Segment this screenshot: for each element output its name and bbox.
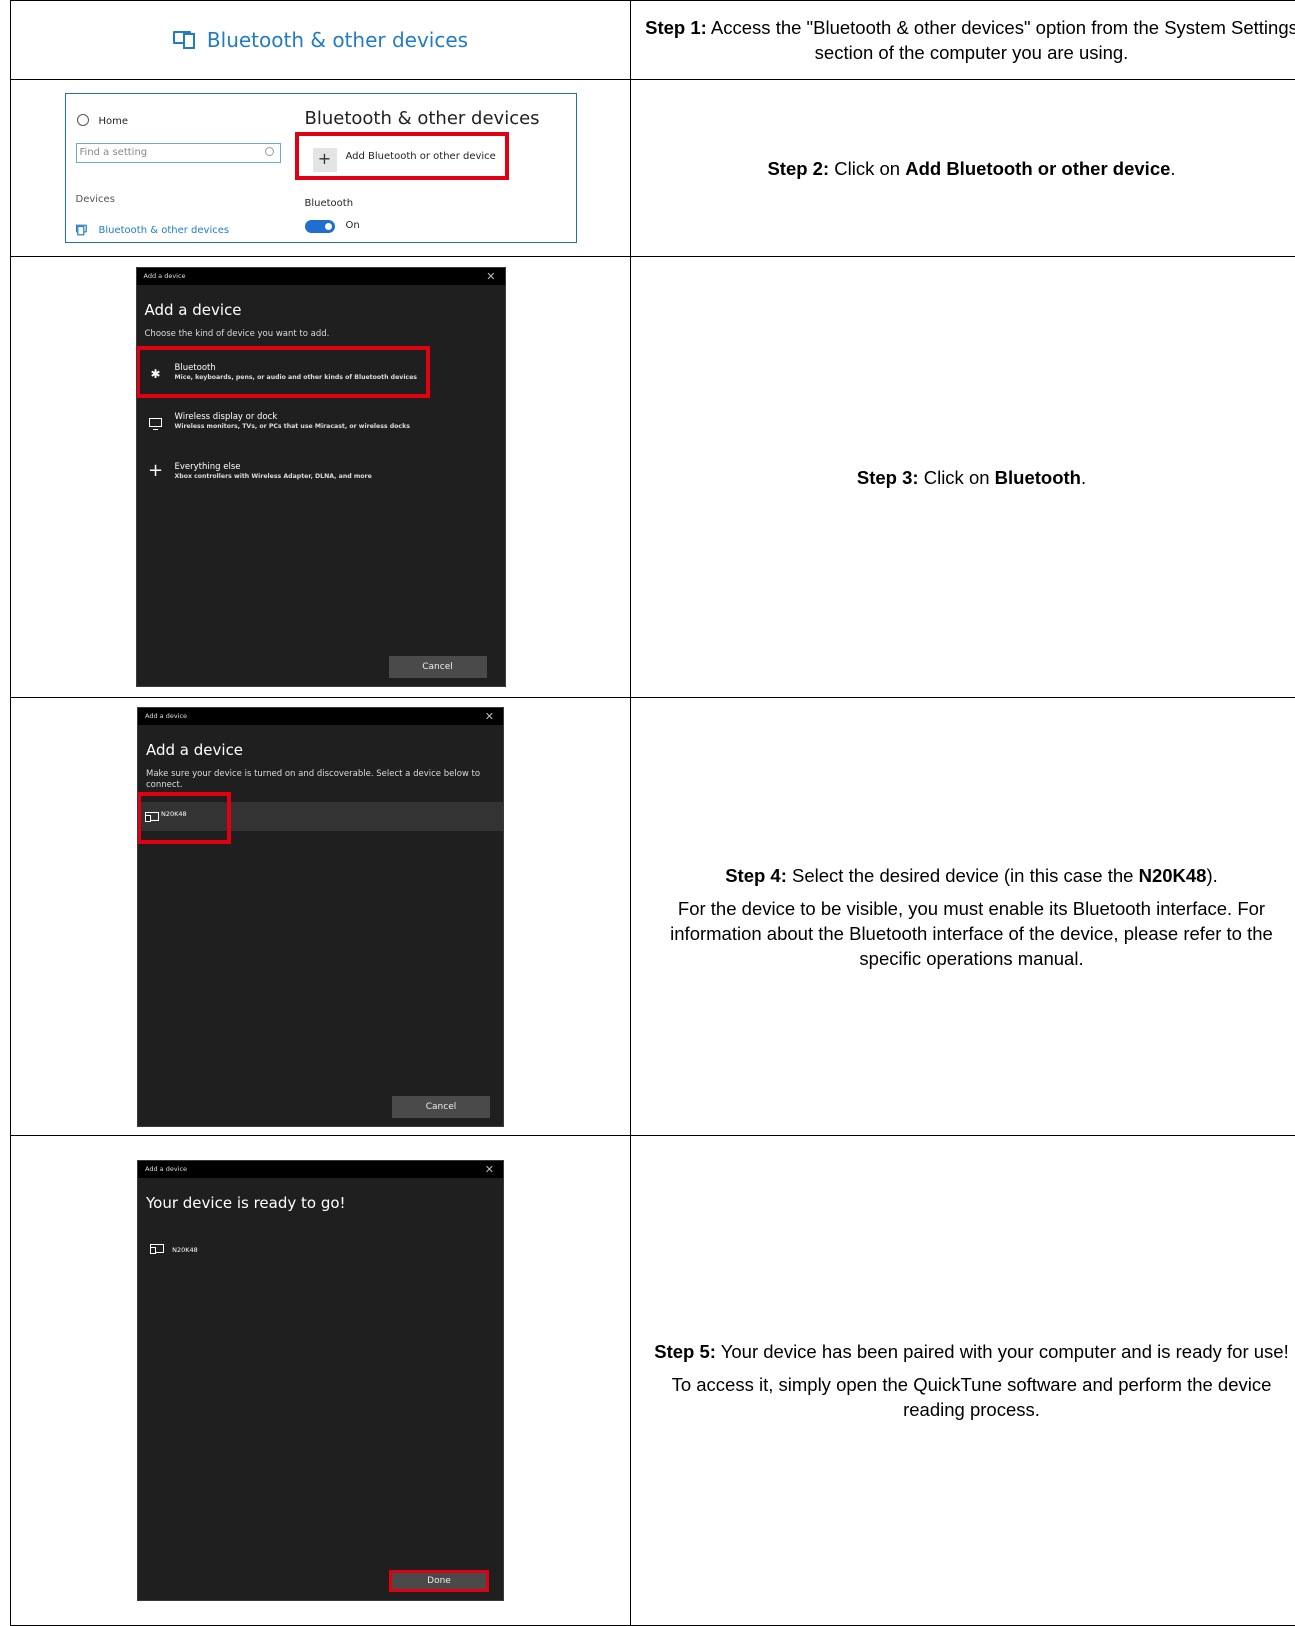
settings-window: Home Find a setting Devices Bluetooth & … [65, 93, 577, 243]
plus-icon: + [148, 460, 164, 481]
step5-image-cell: Add a device ✕ Your device is ready to go… [11, 1136, 631, 1626]
step2-text-cell: Step 2: Click on Add Bluetooth or other … [631, 80, 1295, 257]
step1-text-cell: Step 1: Access the "Bluetooth & other de… [631, 1, 1295, 80]
dialog-subtitle: Make sure your device is turned on and d… [146, 769, 496, 791]
close-icon[interactable]: ✕ [486, 268, 495, 285]
add-device-dialog: Add a device ✕ Your device is ready to go… [137, 1160, 504, 1601]
cancel-button[interactable]: Cancel [392, 1096, 490, 1118]
step3-number: Step 3: [857, 467, 919, 488]
gear-icon [77, 114, 89, 126]
dialog-titlebar: Add a device ✕ [137, 268, 505, 285]
dialog-subtitle: Choose the kind of device you want to ad… [145, 329, 330, 339]
monitor-icon [148, 416, 164, 430]
home-nav[interactable]: Home [77, 114, 129, 127]
search-input[interactable]: Find a setting [76, 143, 281, 163]
add-device-button[interactable]: + Add Bluetooth or other device [295, 132, 509, 180]
highlight-box [137, 792, 231, 844]
step3-image-cell: Add a device ✕ Add a device Choose the ki… [11, 257, 631, 698]
step4-text: Select the desired device (in this case … [787, 865, 1139, 886]
banner-title: Bluetooth & other devices [207, 28, 468, 52]
done-button[interactable]: Done [389, 1570, 489, 1592]
step1-number: Step 1: [645, 17, 707, 38]
step-row-1: Bluetooth & other devices Step 1: Access… [11, 1, 1295, 80]
devices-icon [76, 225, 84, 236]
step3-bold: Bluetooth [995, 467, 1081, 488]
step3-text-cell: Step 3: Click on Bluetooth. [631, 257, 1295, 698]
window-title: Add a device [145, 1165, 187, 1173]
step2-instruction: Step 2: Click on Add Bluetooth or other … [645, 156, 1295, 181]
step2-text-end: . [1170, 158, 1175, 179]
step2-bold: Add Bluetooth or other device [905, 158, 1170, 179]
dialog-heading: Your device is ready to go! [146, 1194, 346, 1212]
step-row-3: Add a device ✕ Add a device Choose the ki… [11, 257, 1295, 698]
add-device-dialog: Add a device ✕ Add a device Make sure you… [137, 707, 504, 1127]
page-title: Bluetooth & other devices [305, 108, 540, 129]
search-icon [265, 147, 274, 156]
dialog-titlebar: Add a device ✕ [138, 1161, 503, 1178]
cancel-button[interactable]: Cancel [389, 656, 487, 678]
step4-text-cell: Step 4: Select the desired device (in th… [631, 698, 1295, 1136]
step4-instruction: Step 4: Select the desired device (in th… [645, 863, 1295, 888]
dialog-titlebar: Add a device ✕ [138, 708, 503, 725]
step2-text: Click on [829, 158, 905, 179]
window-title: Add a device [144, 272, 186, 280]
sidebar-item-bluetooth[interactable]: Bluetooth & other devices [76, 221, 230, 239]
dialog-heading: Add a device [145, 301, 242, 319]
step-row-5: Add a device ✕ Your device is ready to go… [11, 1136, 1295, 1626]
toggle-state: On [346, 220, 360, 231]
step5-note: To access it, simply open the QuickTune … [645, 1372, 1295, 1422]
search-placeholder: Find a setting [80, 147, 148, 158]
step3-instruction: Step 3: Click on Bluetooth. [645, 465, 1295, 490]
step1-instruction: Step 1: Access the "Bluetooth & other de… [645, 15, 1295, 65]
step-row-2: Home Find a setting Devices Bluetooth & … [11, 80, 1295, 257]
step4-bold: N20K48 [1139, 865, 1207, 886]
step4-image-cell: Add a device ✕ Add a device Make sure you… [11, 698, 631, 1136]
step1-text: Access the "Bluetooth & other devices" o… [707, 17, 1295, 63]
step4-text-end: ). [1206, 865, 1217, 886]
option-desc: Wireless monitors, TVs, or PCs that use … [175, 423, 410, 430]
device-icon [150, 1244, 164, 1253]
bluetooth-label: Bluetooth [305, 198, 354, 209]
device-name: N20K48 [172, 1246, 198, 1254]
sidebar-item-label: Bluetooth & other devices [99, 225, 230, 236]
step3-text: Click on [919, 467, 995, 488]
step-row-4: Add a device ✕ Add a device Make sure you… [11, 698, 1295, 1136]
option-desc: Xbox controllers with Wireless Adapter, … [175, 473, 372, 480]
step2-image-cell: Home Find a setting Devices Bluetooth & … [11, 80, 631, 257]
step5-number: Step 5: [654, 1341, 716, 1362]
step3-text-end: . [1081, 467, 1086, 488]
devices-icon [173, 31, 195, 49]
dialog-heading: Add a device [146, 741, 243, 759]
option-everything-else[interactable]: + Everything else Xbox controllers with … [145, 462, 445, 498]
close-icon[interactable]: ✕ [485, 1161, 494, 1178]
step1-image-cell: Bluetooth & other devices [11, 1, 631, 80]
close-icon[interactable]: ✕ [485, 708, 494, 725]
highlight-box [136, 346, 430, 398]
bluetooth-banner: Bluetooth & other devices [11, 1, 630, 79]
window-title: Add a device [145, 712, 187, 720]
paired-device: N20K48 [150, 1244, 198, 1254]
step2-number: Step 2: [767, 158, 829, 179]
bluetooth-toggle[interactable] [305, 220, 335, 233]
plus-icon: + [313, 148, 337, 172]
step5-text: Your device has been paired with your co… [716, 1341, 1289, 1362]
step5-instruction: Step 5: Your device has been paired with… [645, 1339, 1295, 1364]
devices-section-label: Devices [76, 194, 115, 205]
option-title: Everything else [175, 462, 241, 472]
step4-number: Step 4: [725, 865, 787, 886]
option-wireless-display[interactable]: Wireless display or dock Wireless monito… [145, 412, 475, 448]
steps-table: Bluetooth & other devices Step 1: Access… [10, 0, 1295, 1626]
step5-text-cell: Step 5: Your device has been paired with… [631, 1136, 1295, 1626]
step4-note: For the device to be visible, you must e… [645, 896, 1295, 971]
home-label: Home [99, 116, 129, 127]
add-device-dialog: Add a device ✕ Add a device Choose the ki… [136, 267, 506, 687]
option-title: Wireless display or dock [175, 412, 278, 422]
add-device-label: Add Bluetooth or other device [346, 151, 496, 162]
